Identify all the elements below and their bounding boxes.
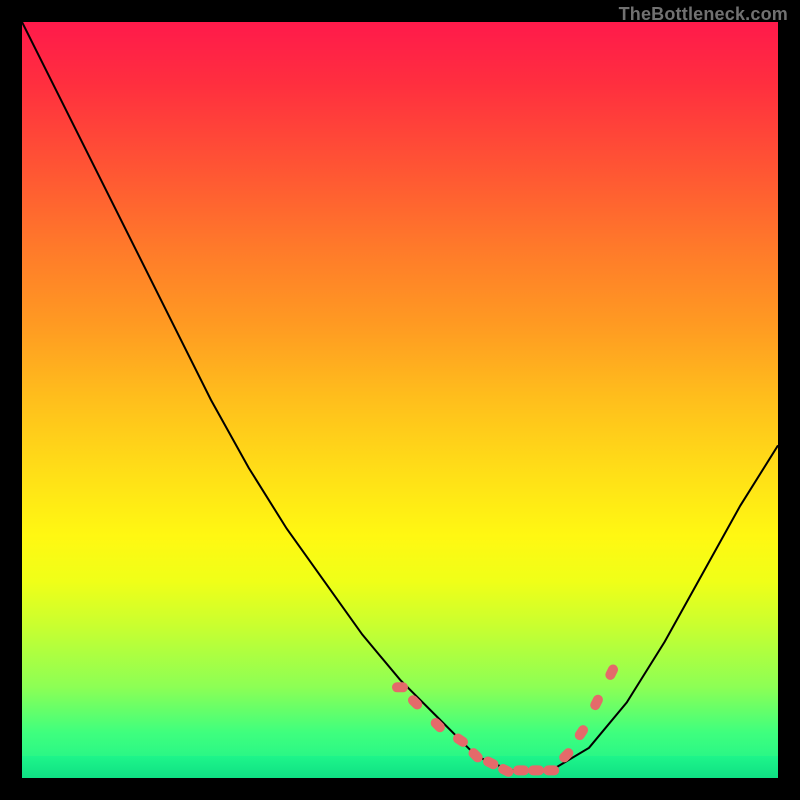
marker-dot (528, 765, 544, 775)
marker-dot (429, 716, 447, 734)
marker-dot (557, 746, 575, 764)
marker-dot (604, 663, 620, 682)
marker-dot (513, 765, 529, 775)
chart-svg (22, 22, 778, 778)
marker-dot (406, 693, 424, 711)
marker-dot (589, 693, 605, 712)
chart-frame: TheBottleneck.com (0, 0, 800, 800)
marker-dot (543, 765, 559, 775)
marker-dot (573, 723, 590, 742)
marker-dot (392, 682, 408, 692)
plot-area (22, 22, 778, 778)
bottleneck-curve (22, 22, 778, 770)
marker-dot (481, 755, 500, 771)
